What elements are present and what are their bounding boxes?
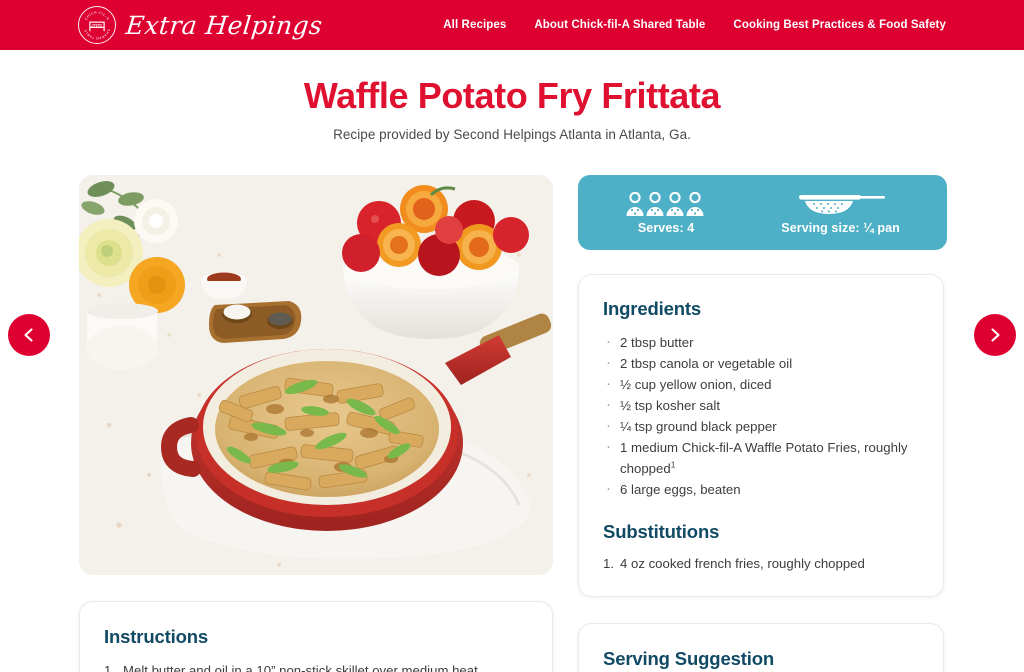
ingredient-item: ½ cup yellow onion, diced xyxy=(603,373,919,395)
site-header: CHICK-FIL-A SHARED TABLE Extra Helpings … xyxy=(0,0,1024,50)
nav-link-all-recipes[interactable]: All Recipes xyxy=(443,19,506,31)
main-nav: All Recipes About Chick-fil-A Shared Tab… xyxy=(443,19,946,31)
ingredient-text: 1 medium Chick-fil-A Waffle Potato Fries… xyxy=(620,440,908,476)
ingredient-item: 2 tbsp canola or vegetable oil xyxy=(603,352,919,374)
nav-link-about-shared-table[interactable]: About Chick-fil-A Shared Table xyxy=(534,19,705,31)
ingredient-item: 6 large eggs, beaten xyxy=(603,478,919,500)
carousel-prev-button[interactable] xyxy=(8,314,50,356)
recipe-title-block: Waffle Potato Fry Frittata Recipe provid… xyxy=(0,75,1024,143)
instructions-heading: Instructions xyxy=(104,626,209,647)
ingredients-card: Ingredients 2 tbsp butter 2 tbsp canola … xyxy=(578,274,944,597)
ingredients-list: 2 tbsp butter 2 tbsp canola or vegetable… xyxy=(603,331,919,500)
ingredient-text: ½ cup yellow onion, diced xyxy=(620,377,772,392)
substitution-item: 4 oz cooked french fries, roughly choppe… xyxy=(603,553,865,574)
serving-suggestion-card: Serving Suggestion xyxy=(578,623,944,672)
serving-suggestion-heading: Serving Suggestion xyxy=(603,648,775,669)
recipe-info-bar: Serves: 4 Serving size: ¼ pan xyxy=(578,175,947,250)
nav-link-cooking-best-practices[interactable]: Cooking Best Practices & Food Safety xyxy=(733,19,946,31)
ingredient-footnote-marker: 1 xyxy=(670,459,676,470)
instructions-card: Instructions Melt butter and oil in a 10… xyxy=(79,601,553,672)
right-column: Serves: 4 Serving size: ¼ pan Ingredient… xyxy=(578,175,947,672)
svg-text:SHARED TABLE: SHARED TABLE xyxy=(83,28,111,40)
ingredient-text: 2 tbsp canola or vegetable oil xyxy=(620,356,793,371)
people-group-icon xyxy=(626,191,704,216)
ingredient-text: 2 tbsp butter xyxy=(620,335,694,350)
recipe-attribution: Recipe provided by Second Helpings Atlan… xyxy=(333,127,691,143)
colander-icon xyxy=(798,194,885,214)
ingredient-text: ¼ tsp ground black pepper xyxy=(620,419,777,434)
left-column: Instructions Melt butter and oil in a 10… xyxy=(79,175,553,672)
recipe-page: CHICK-FIL-A SHARED TABLE Extra Helpings … xyxy=(0,0,1024,672)
chevron-left-icon xyxy=(24,328,33,342)
substitutions-list: 4 oz cooked french fries, roughly choppe… xyxy=(603,553,919,574)
ingredient-item: ¼ tsp ground black pepper xyxy=(603,415,919,437)
serving-size-info: Serving size: ¼ pan xyxy=(781,191,900,235)
serves-label: Serves: 4 xyxy=(637,220,695,235)
ingredient-item: 1 medium Chick-fil-A Waffle Potato Fries… xyxy=(603,436,919,479)
substitutions-heading: Substitutions xyxy=(603,521,720,542)
chevron-right-icon xyxy=(991,328,1000,342)
ingredient-item: 2 tbsp butter xyxy=(603,331,919,353)
recipe-photo xyxy=(79,175,553,575)
svg-text:CHICK-FIL-A: CHICK-FIL-A xyxy=(84,11,110,22)
page-title: Waffle Potato Fry Frittata xyxy=(303,75,721,116)
ingredient-text: ½ tsp kosher salt xyxy=(620,398,721,413)
brand-logo[interactable]: CHICK-FIL-A SHARED TABLE Extra Helpings xyxy=(78,6,324,44)
instructions-list: Melt butter and oil in a 10” non-stick s… xyxy=(104,660,528,672)
serving-size-label: Serving size: ¼ pan xyxy=(781,220,900,235)
ingredient-text: 6 large eggs, beaten xyxy=(620,482,741,497)
ingredients-heading: Ingredients xyxy=(603,298,702,319)
shared-table-badge-icon: CHICK-FIL-A SHARED TABLE xyxy=(78,6,116,44)
carousel-next-button[interactable] xyxy=(974,314,1016,356)
instruction-step: Melt butter and oil in a 10” non-stick s… xyxy=(104,660,482,672)
ingredient-item: ½ tsp kosher salt xyxy=(603,394,919,416)
serves-info: Serves: 4 xyxy=(625,191,707,235)
brand-name: Extra Helpings xyxy=(124,10,324,40)
